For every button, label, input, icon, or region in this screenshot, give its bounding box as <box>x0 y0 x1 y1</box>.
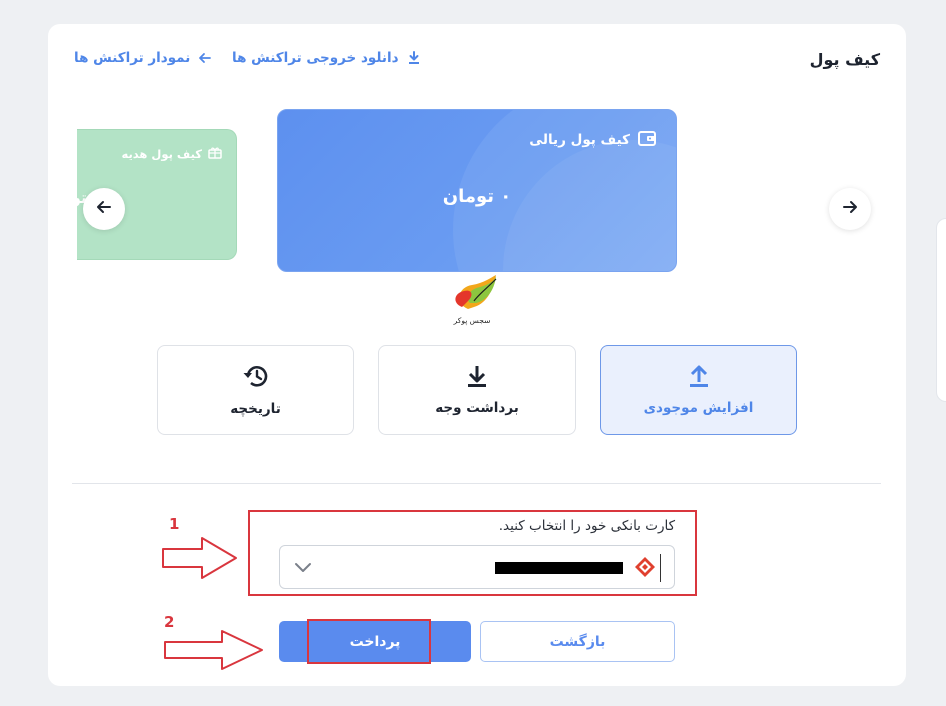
download-icon <box>466 364 488 392</box>
arrow-right-icon <box>842 199 858 219</box>
step1-highlight-box <box>248 510 697 596</box>
deposit-label: افزایش موجودی <box>643 400 754 416</box>
withdraw-button[interactable]: برداشت وجه <box>378 345 576 435</box>
withdraw-label: برداشت وجه <box>435 400 519 416</box>
arrow-left-icon <box>198 51 212 65</box>
export-transactions-link[interactable]: دانلود خروجی تراکنش ها <box>232 50 421 66</box>
history-button[interactable]: تاریخچه <box>157 345 354 435</box>
gift-wallet-name: کیف پول هدیه <box>121 147 203 161</box>
section-divider <box>72 483 881 484</box>
history-label: تاریخچه <box>230 401 281 417</box>
rial-wallet-card[interactable]: کیف پول ریالی ۰ تومان <box>277 109 677 272</box>
watermark-text: سجس پوکر <box>453 316 491 325</box>
rial-wallet-name: کیف پول ریالی <box>529 132 630 148</box>
upload-icon <box>688 364 710 392</box>
carousel-next-button[interactable] <box>829 188 871 230</box>
history-icon <box>242 363 270 393</box>
export-transactions-label: دانلود خروجی تراکنش ها <box>232 50 399 66</box>
side-panel-edge <box>936 218 946 402</box>
download-icon <box>407 51 421 65</box>
step1-number: 1 <box>169 515 180 533</box>
back-button[interactable]: بازگشت <box>480 621 675 662</box>
deposit-button[interactable]: افزایش موجودی <box>600 345 797 435</box>
transactions-chart-link[interactable]: نمودار تراکنش ها <box>74 50 212 66</box>
rial-wallet-title: کیف پول ریالی <box>529 130 656 150</box>
wallet-balance: ۰ تومان <box>442 186 512 207</box>
step1-arrow-icon <box>162 537 237 579</box>
arrow-left-icon <box>96 199 112 219</box>
gift-icon <box>208 146 222 162</box>
page-title: کیف پول <box>809 50 880 69</box>
step2-highlight-box <box>307 619 431 664</box>
transactions-chart-label: نمودار تراکنش ها <box>74 50 191 66</box>
step2-arrow-icon <box>164 630 263 670</box>
wallet-icon <box>638 130 656 150</box>
gift-wallet-title: کیف پول هدیه <box>122 146 223 162</box>
carousel-prev-button[interactable] <box>83 188 125 230</box>
